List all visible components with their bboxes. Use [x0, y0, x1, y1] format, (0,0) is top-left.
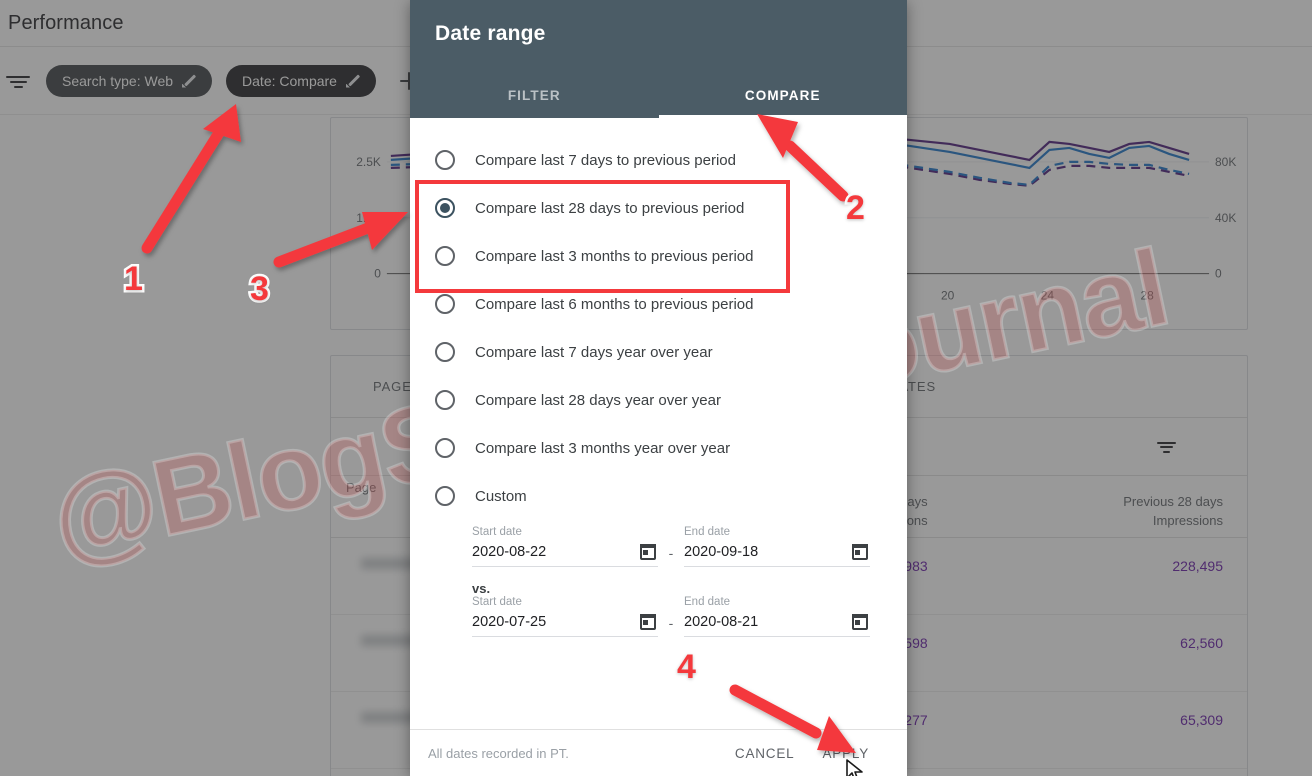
radio-icon[interactable]	[435, 246, 455, 266]
tab-filter[interactable]: FILTER	[410, 73, 659, 118]
calendar-icon[interactable]	[640, 544, 656, 560]
radio-icon[interactable]	[435, 486, 455, 506]
option-compare-last-3-months-previous[interactable]: Compare last 3 months to previous period	[410, 232, 907, 280]
annotation-marker-3: 3	[248, 268, 272, 311]
timezone-note: All dates recorded in PT.	[428, 745, 569, 761]
dialog-body: Compare last 7 days to previous period C…	[410, 118, 907, 729]
cancel-button[interactable]: CANCEL	[721, 746, 809, 761]
option-label: Custom	[475, 487, 527, 505]
calendar-icon[interactable]	[852, 544, 868, 560]
comparison-start-date-label: Start date	[472, 596, 522, 608]
option-compare-last-28-days-previous[interactable]: Compare last 28 days to previous period	[410, 184, 907, 232]
primary-start-date-value: 2020-08-22	[472, 544, 547, 560]
dialog-header: Date range FILTER COMPARE	[410, 0, 907, 118]
date-separator: -	[668, 545, 674, 561]
option-label: Compare last 3 months year over year	[475, 439, 731, 457]
calendar-icon[interactable]	[852, 614, 868, 630]
radio-icon[interactable]	[435, 150, 455, 170]
radio-icon[interactable]	[435, 342, 455, 362]
screenshot-root: Performance Search type: Web Date: Compa…	[0, 0, 1312, 776]
dialog-title: Date range	[435, 22, 546, 45]
primary-end-date-field[interactable]: End date 2020-09-18	[684, 526, 870, 567]
radio-icon[interactable]	[435, 390, 455, 410]
primary-end-date-label: End date	[684, 526, 731, 538]
option-label: Compare last 28 days to previous period	[475, 199, 745, 217]
mouse-cursor	[846, 759, 863, 776]
option-compare-last-6-months-previous[interactable]: Compare last 6 months to previous period	[410, 280, 907, 328]
radio-icon[interactable]	[435, 294, 455, 314]
option-custom[interactable]: Custom	[410, 472, 907, 520]
option-compare-last-7-days-previous[interactable]: Compare last 7 days to previous period	[410, 136, 907, 184]
dialog-footer: All dates recorded in PT. CANCEL APPLY	[410, 729, 907, 776]
vs-label: vs.	[472, 581, 491, 596]
dialog-tabs: FILTER COMPARE	[410, 73, 907, 118]
option-label: Compare last 6 months to previous period	[475, 295, 754, 313]
date-separator: -	[668, 615, 674, 631]
calendar-icon[interactable]	[640, 614, 656, 630]
primary-end-date-value: 2020-09-18	[684, 544, 759, 560]
annotation-marker-2: 2	[844, 187, 868, 230]
comparison-start-date-value: 2020-07-25	[472, 614, 547, 630]
option-label: Compare last 28 days year over year	[475, 391, 721, 409]
date-range-dialog: Date range FILTER COMPARE Compare last 7…	[410, 0, 907, 776]
option-label: Compare last 7 days year over year	[475, 343, 713, 361]
comparison-date-range: Start date 2020-07-25 - End date 2020-08…	[472, 596, 907, 637]
option-label: Compare last 7 days to previous period	[475, 151, 736, 169]
radio-icon[interactable]	[435, 438, 455, 458]
comparison-end-date-value: 2020-08-21	[684, 614, 759, 630]
custom-date-block: Start date 2020-08-22 - End date 2020-09…	[410, 520, 907, 637]
comparison-start-date-field[interactable]: Start date 2020-07-25	[472, 596, 658, 637]
primary-start-date-label: Start date	[472, 526, 522, 538]
option-compare-last-3-months-yoy[interactable]: Compare last 3 months year over year	[410, 424, 907, 472]
radio-icon-selected[interactable]	[435, 198, 455, 218]
comparison-end-date-field[interactable]: End date 2020-08-21	[684, 596, 870, 637]
option-label: Compare last 3 months to previous period	[475, 247, 754, 265]
primary-start-date-field[interactable]: Start date 2020-08-22	[472, 526, 658, 567]
comparison-end-date-label: End date	[684, 596, 731, 608]
option-compare-last-28-days-yoy[interactable]: Compare last 28 days year over year	[410, 376, 907, 424]
tab-compare[interactable]: COMPARE	[658, 73, 908, 118]
option-compare-last-7-days-yoy[interactable]: Compare last 7 days year over year	[410, 328, 907, 376]
annotation-marker-1: 1	[122, 258, 146, 301]
annotation-marker-4: 4	[675, 646, 699, 689]
primary-date-range: Start date 2020-08-22 - End date 2020-09…	[472, 526, 907, 567]
